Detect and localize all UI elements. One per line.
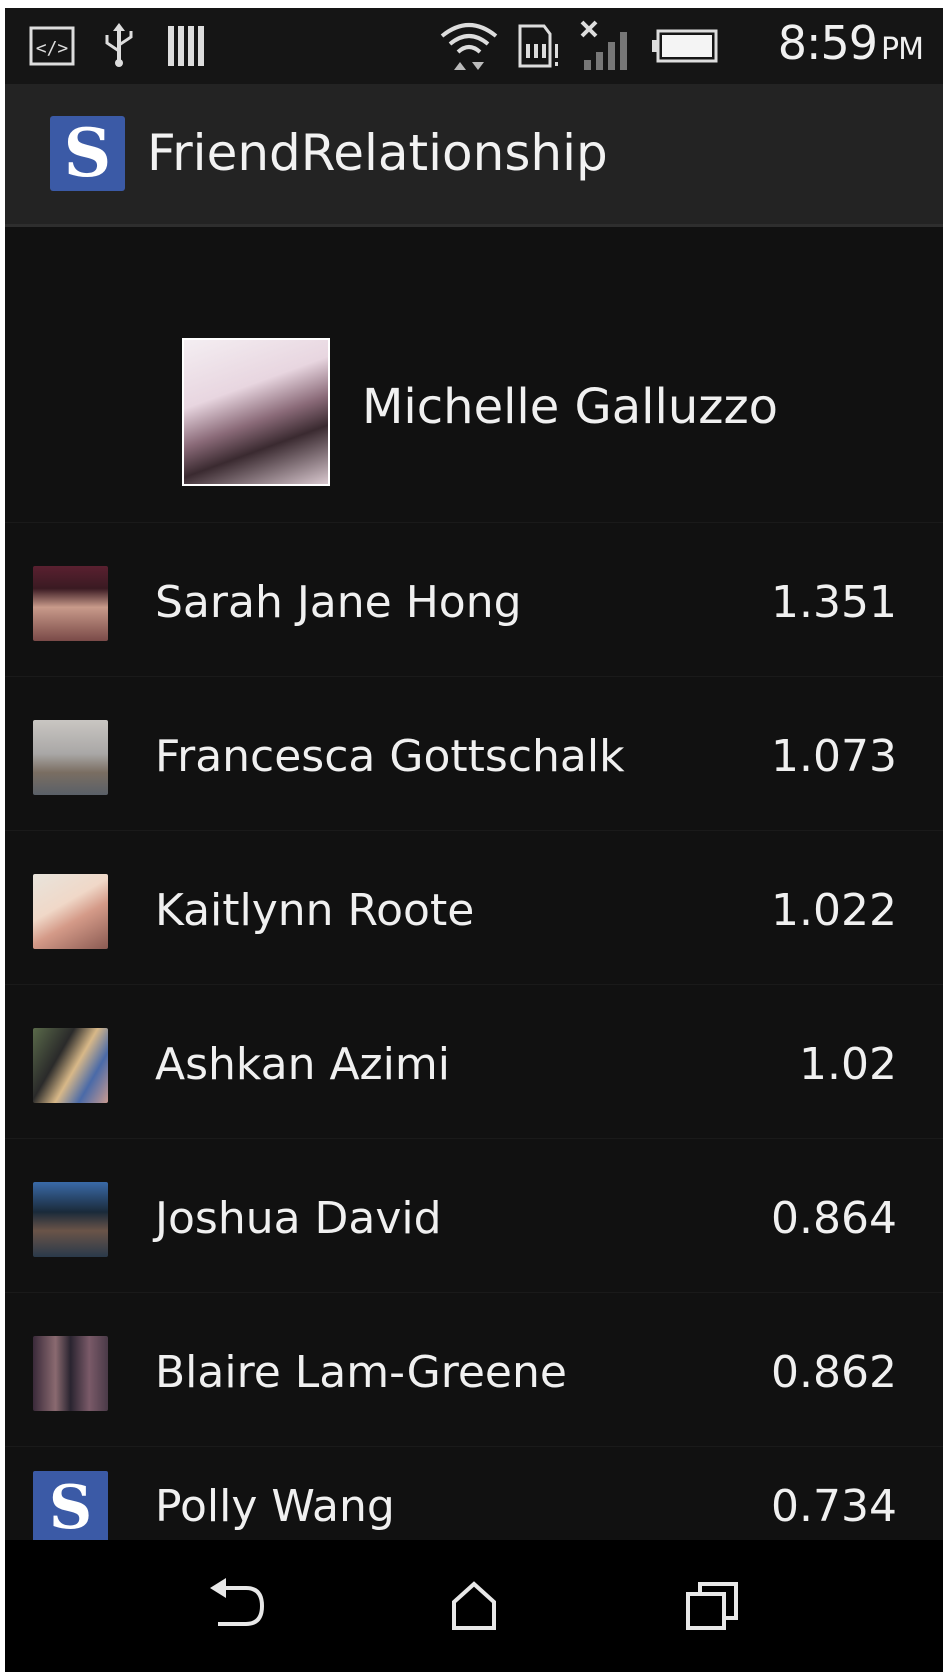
recent-apps-icon xyxy=(686,1582,738,1630)
friend-avatar xyxy=(33,566,108,641)
friend-name: Kaitlynn Roote xyxy=(155,885,475,936)
friend-list-view[interactable]: Michelle Galluzzo Sarah Jane Hong 1.351 … xyxy=(5,227,943,1540)
friend-avatar xyxy=(33,874,108,949)
friend-score: 1.351 xyxy=(771,577,897,628)
status-bar: </> 8:59 PM xyxy=(5,8,943,84)
no-signal-icon xyxy=(577,20,637,70)
friend-avatar xyxy=(33,1336,108,1411)
friend-name: Sarah Jane Hong xyxy=(155,577,522,628)
app-title: FriendRelationship xyxy=(147,124,608,182)
wifi-icon xyxy=(437,22,501,70)
friend-row[interactable]: S Polly Wang 0.734 xyxy=(5,1446,943,1540)
home-button[interactable] xyxy=(439,1576,509,1636)
friend-avatar xyxy=(33,1182,108,1257)
recent-apps-button[interactable] xyxy=(677,1576,747,1636)
time-ampm: PM xyxy=(881,32,924,67)
back-button[interactable] xyxy=(203,1576,273,1636)
friend-score: 0.862 xyxy=(771,1347,897,1398)
friend-avatar: S xyxy=(33,1471,108,1540)
friend-avatar xyxy=(33,720,108,795)
navigation-bar xyxy=(5,1540,943,1672)
action-bar: S FriendRelationship xyxy=(5,84,943,227)
friend-row[interactable]: Francesca Gottschalk 1.073 xyxy=(5,676,943,831)
time-value: 8:59 xyxy=(777,16,878,70)
profile-photo xyxy=(182,338,330,486)
app-logo[interactable]: S xyxy=(50,116,125,191)
friend-score: 1.02 xyxy=(799,1039,897,1090)
friend-row[interactable]: Joshua David 0.864 xyxy=(5,1138,943,1293)
sd-card-icon xyxy=(513,22,563,70)
friend-name: Ashkan Azimi xyxy=(155,1039,450,1090)
friend-name: Joshua David xyxy=(155,1193,442,1244)
barcode-icon xyxy=(163,22,209,70)
friend-name: Blaire Lam-Greene xyxy=(155,1347,567,1398)
svg-text:</>: </> xyxy=(36,38,69,59)
phone-screen: </> 8:59 PM S FriendRelationship Michelle… xyxy=(5,8,943,1672)
friend-avatar xyxy=(33,1028,108,1103)
code-icon: </> xyxy=(27,22,77,70)
friend-row[interactable]: Kaitlynn Roote 1.022 xyxy=(5,830,943,985)
friend-name: Francesca Gottschalk xyxy=(155,731,625,782)
status-time: 8:59 PM xyxy=(777,16,924,70)
friend-score: 0.734 xyxy=(771,1481,897,1532)
friend-name: Polly Wang xyxy=(155,1481,395,1532)
battery-icon xyxy=(649,22,719,70)
friend-row[interactable]: Ashkan Azimi 1.02 xyxy=(5,984,943,1139)
friend-score: 1.073 xyxy=(771,731,897,782)
friend-score: 0.864 xyxy=(771,1193,897,1244)
friend-row[interactable]: Sarah Jane Hong 1.351 xyxy=(5,522,943,677)
home-icon xyxy=(452,1581,496,1630)
friend-row[interactable]: Blaire Lam-Greene 0.862 xyxy=(5,1292,943,1447)
friend-score: 1.022 xyxy=(771,885,897,936)
back-icon xyxy=(210,1578,265,1626)
profile-name: Michelle Galluzzo xyxy=(362,379,779,435)
usb-icon xyxy=(97,22,141,70)
